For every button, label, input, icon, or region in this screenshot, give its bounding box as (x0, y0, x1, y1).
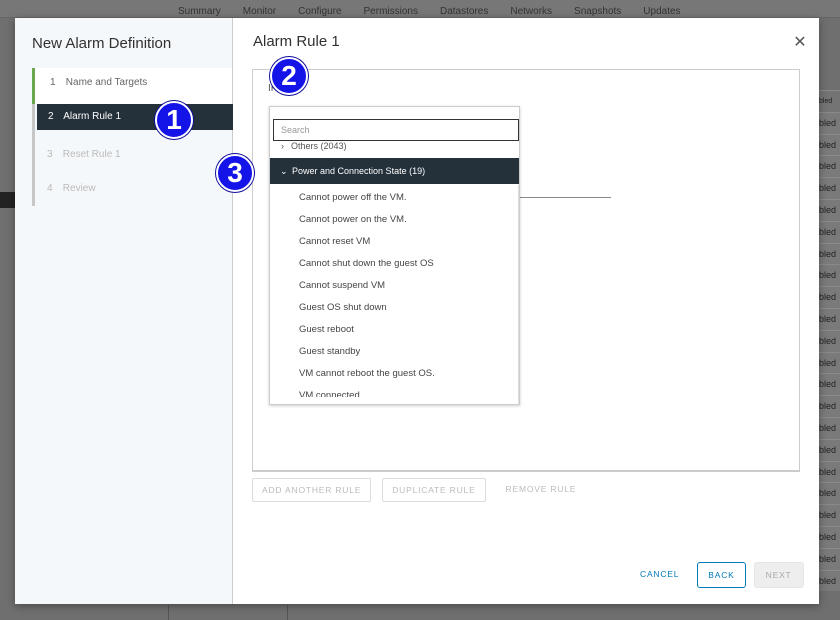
background-status-cell: bled (819, 351, 840, 374)
cancel-button[interactable]: CANCEL (630, 562, 689, 588)
group-label: Power and Connection State (19) (292, 166, 426, 176)
list-item[interactable]: Cannot shut down the guest OS (270, 253, 519, 275)
background-status-cell: bled (819, 569, 840, 592)
step-number: 1 (50, 77, 56, 88)
wizard-footer: CANCEL BACK NEXT (630, 562, 804, 588)
background-status-cell: bled (819, 460, 840, 483)
close-icon[interactable]: ✕ (793, 35, 807, 51)
background-tab: Snapshots (574, 6, 622, 17)
background-tab-bar: Summary Monitor Configure Permissions Datast… (0, 0, 840, 18)
background-status-cell: bled (819, 547, 840, 570)
list-item[interactable]: VM cannot reboot the guest OS. (270, 363, 519, 385)
callout-marker-1: 1 (155, 101, 193, 139)
step-name-and-targets[interactable]: 1 Name and Targets (32, 68, 232, 104)
wizard-nav: New Alarm Definition 1 Name and Targets … (15, 18, 233, 604)
step-number: 4 (47, 183, 53, 194)
background-status-cell: bled (819, 525, 840, 548)
group-power-connection-state[interactable]: ⌄ Power and Connection State (19) (270, 158, 519, 184)
background-status-cell: bled (819, 111, 840, 134)
step-label: Alarm Rule 1 (63, 111, 122, 122)
list-item[interactable]: Cannot suspend VM (270, 275, 519, 297)
list-item[interactable]: Guest reboot (270, 319, 519, 341)
background-tab: Summary (178, 6, 221, 17)
background-tab: Updates (643, 6, 681, 17)
step-number: 3 (47, 149, 53, 160)
step-review: 4 Review (35, 172, 235, 206)
list-item[interactable]: Guest OS shut down (270, 297, 519, 319)
background-status-cell: bled (819, 177, 840, 199)
background-tab: Configure (298, 6, 342, 17)
dropdown-item-list: Cannot power off the VM. Cannot power on… (270, 187, 519, 397)
new-alarm-definition-modal: New Alarm Definition 1 Name and Targets … (15, 18, 819, 604)
next-button[interactable]: NEXT (753, 562, 804, 588)
background-status-cell: bled (819, 242, 840, 265)
list-item[interactable]: Cannot reset VM (270, 231, 519, 253)
step-label: Name and Targets (65, 77, 148, 88)
condition-value-field[interactable] (519, 197, 611, 198)
group-label: Others (2043) (291, 141, 347, 151)
background-tabs: Summary Monitor Configure Permissions Datast… (178, 6, 703, 17)
background-bottom-divider (168, 605, 288, 620)
background-status-cell: bled (819, 329, 840, 352)
list-item[interactable]: VM connected (270, 385, 519, 397)
step-reset-rule-1: 3 Reset Rule 1 (35, 138, 235, 172)
add-another-rule-button[interactable]: ADD ANOTHER RULE (252, 478, 372, 502)
background-tab: Monitor (242, 6, 277, 17)
step-label: Review (62, 183, 96, 194)
chevron-down-icon: ⌄ (280, 166, 288, 176)
background-status-cell: bled (819, 155, 840, 178)
step-label: Reset Rule 1 (62, 149, 121, 160)
background-sidebar-block (0, 192, 16, 208)
chevron-right-icon: › (281, 141, 284, 151)
background-status-cell: bled (819, 438, 840, 461)
background-tab: Permissions (363, 6, 418, 17)
list-item[interactable]: Guest standby (270, 341, 519, 363)
step-alarm-rule-1[interactable]: 2 Alarm Rule 1 (37, 104, 233, 130)
list-item[interactable]: Cannot power on the VM. (270, 209, 519, 231)
background-status-cell: bled (819, 220, 840, 243)
callout-marker-2: 2 (270, 57, 308, 95)
search-input[interactable] (273, 119, 519, 141)
wizard-title: New Alarm Definition (32, 35, 172, 52)
wizard-steps: 1 Name and Targets 2 Alarm Rule 1 3 Rese… (32, 68, 235, 206)
dropdown-scrollbar[interactable] (518, 185, 519, 404)
background-status-cell: bled (819, 482, 840, 505)
background-status-cell: bled (819, 395, 840, 417)
list-item[interactable]: Cannot power off the VM. (270, 187, 519, 209)
background-tab: Networks (510, 6, 553, 17)
background-status-cell: bled (819, 286, 840, 308)
background-status-cell: bled (819, 307, 840, 330)
background-status-cell: bled (819, 264, 840, 287)
background-status-cell: bled (819, 133, 840, 156)
callout-marker-3: 3 (216, 154, 254, 192)
page-title: Alarm Rule 1 (253, 33, 340, 50)
rule-actions: ADD ANOTHER RULE DUPLICATE RULE REMOVE R… (252, 478, 596, 502)
back-button[interactable]: BACK (697, 562, 746, 588)
background-status-cell: bled (819, 373, 840, 396)
background-status-cell: bled (819, 416, 840, 439)
background-column-header: bled (819, 90, 840, 112)
group-others[interactable]: › Others (2043) (281, 141, 347, 151)
duplicate-rule-button[interactable]: DUPLICATE RULE (382, 478, 486, 502)
background-tab: Datastores (439, 6, 489, 17)
background-status-cell: bled (819, 198, 840, 221)
background-status-column: bled bled bled bled bled bled bled bled bled bled… (819, 90, 840, 592)
background-status-cell: bled (819, 504, 840, 526)
remove-rule-button[interactable]: REMOVE RULE (496, 478, 586, 502)
trigger-dropdown: › Others (2043) ⌄ Power and Connection Sta… (269, 106, 520, 405)
step-number: 2 (48, 111, 54, 122)
